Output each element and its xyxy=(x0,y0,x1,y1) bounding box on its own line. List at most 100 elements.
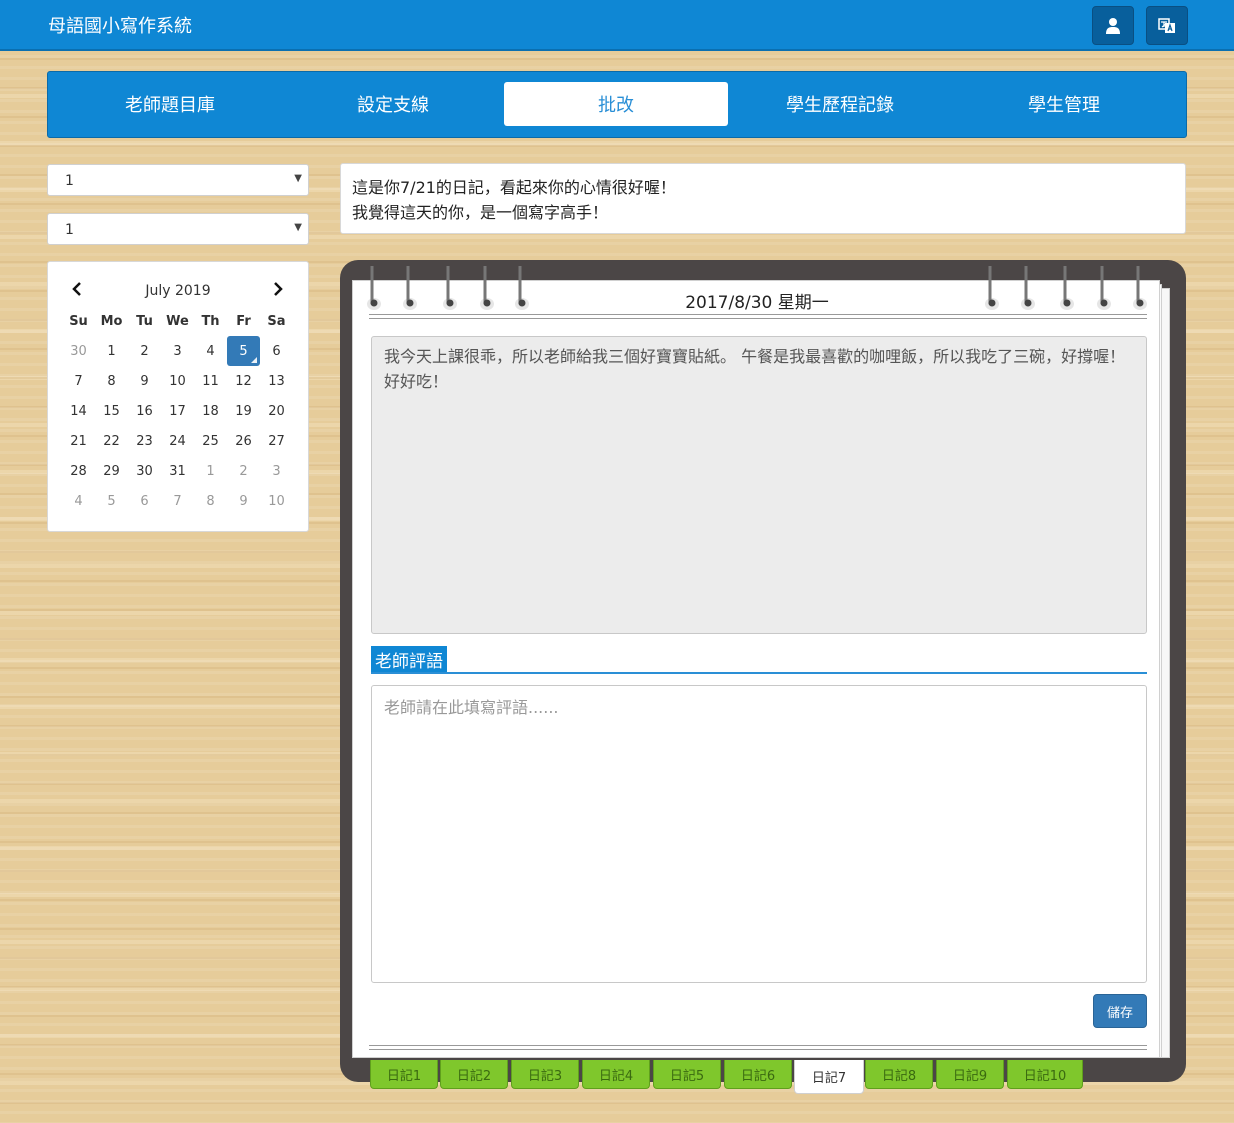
calendar-day[interactable]: 6 xyxy=(260,336,293,366)
calendar-day[interactable]: 13 xyxy=(260,366,293,396)
calendar-day[interactable]: 9 xyxy=(128,366,161,396)
calendar-day[interactable]: 3 xyxy=(161,336,194,366)
language-button[interactable] xyxy=(1146,6,1188,45)
tab-student-management[interactable]: 學生管理 xyxy=(952,82,1176,126)
weekday-label: Su xyxy=(69,313,88,329)
calendar-day[interactable]: 17 xyxy=(161,396,194,426)
top-bar: 母語國小寫作系統 xyxy=(0,0,1234,51)
save-button[interactable]: 儲存 xyxy=(1093,994,1147,1028)
calendar-day[interactable]: 10 xyxy=(161,366,194,396)
weekday-label: Mo xyxy=(100,313,123,329)
calendar-day[interactable]: 16 xyxy=(128,396,161,426)
weekday-label: Th xyxy=(201,313,220,329)
calendar-day[interactable]: 2 xyxy=(128,336,161,366)
tab-question-bank[interactable]: 老師題目庫 xyxy=(58,82,282,126)
calendar-day[interactable]: 29 xyxy=(95,456,128,486)
page-divider xyxy=(369,314,1147,319)
calendar-day[interactable]: 9 xyxy=(227,486,260,516)
calendar-week: 14 15 16 17 18 19 20 xyxy=(62,396,293,426)
calendar-day[interactable]: 5 xyxy=(95,486,128,516)
diary-tab-active[interactable]: 日記7 xyxy=(794,1060,864,1094)
calendar-week: 30 1 2 3 4 5 6 xyxy=(62,336,293,366)
spiral-ring-icon xyxy=(367,266,381,310)
tab-branch-settings[interactable]: 設定支線 xyxy=(281,82,505,126)
calendar-day[interactable]: 6 xyxy=(128,486,161,516)
diary-tab[interactable]: 日記9 xyxy=(936,1060,1004,1089)
calendar-day[interactable]: 7 xyxy=(161,486,194,516)
next-month-icon[interactable] xyxy=(273,281,283,300)
calendar-day[interactable]: 31 xyxy=(161,456,194,486)
calendar-day[interactable]: 23 xyxy=(128,426,161,456)
calendar-day[interactable]: 12 xyxy=(227,366,260,396)
spiral-ring-icon xyxy=(1133,266,1147,310)
filter-select-1[interactable]: 1 ▼ xyxy=(47,164,309,196)
notebook-page: 2017/8/30 星期一 我今天上課很乖，所以老師給我三個好寶寶貼紙。 午餐是… xyxy=(352,280,1160,1058)
calendar-day[interactable]: 18 xyxy=(194,396,227,426)
calendar-day[interactable]: 21 xyxy=(62,426,95,456)
diary-tab[interactable]: 日記3 xyxy=(511,1060,579,1089)
spiral-ring-icon xyxy=(985,266,999,310)
calendar-day[interactable]: 20 xyxy=(260,396,293,426)
calendar-day[interactable]: 22 xyxy=(95,426,128,456)
calendar-day[interactable]: 28 xyxy=(62,456,95,486)
calendar-day[interactable]: 2 xyxy=(227,456,260,486)
calendar-grid: Su Mo Tu We Th Fr Sa 30 1 2 3 4 5 6 7 8 … xyxy=(62,306,293,516)
weekday-label: Fr xyxy=(236,313,251,329)
page-divider xyxy=(369,1045,1147,1050)
comment-label: 老師評語 xyxy=(371,646,447,673)
calendar-day[interactable]: 4 xyxy=(62,486,95,516)
filter-select-2[interactable]: 1 ▼ xyxy=(47,213,309,245)
weekday-label: Sa xyxy=(267,313,286,329)
translate-icon xyxy=(1158,17,1175,33)
spiral-ring-icon xyxy=(1021,266,1035,310)
spiral-ring-icon xyxy=(480,266,494,310)
diary-text: 我今天上課很乖，所以老師給我三個好寶寶貼紙。 午餐是我最喜歡的咖哩飯，所以我吃了… xyxy=(371,336,1147,634)
calendar-day[interactable]: 1 xyxy=(194,456,227,486)
dropdown-caret-icon: ▼ xyxy=(294,173,302,184)
app-title: 母語國小寫作系統 xyxy=(48,16,192,37)
tab-student-history[interactable]: 學生歷程記錄 xyxy=(728,82,952,126)
calendar-day[interactable]: 30 xyxy=(62,336,95,366)
diary-tab[interactable]: 日記2 xyxy=(440,1060,508,1089)
spiral-ring-icon xyxy=(1060,266,1074,310)
calendar-day[interactable]: 10 xyxy=(260,486,293,516)
weekday-label: We xyxy=(166,313,189,329)
calendar-day[interactable]: 19 xyxy=(227,396,260,426)
calendar-day[interactable]: 3 xyxy=(260,456,293,486)
diary-tab[interactable]: 日記6 xyxy=(724,1060,792,1089)
user-button[interactable] xyxy=(1092,6,1134,45)
diary-tab[interactable]: 日記1 xyxy=(370,1060,438,1089)
calendar-day[interactable]: 14 xyxy=(62,396,95,426)
calendar-day-selected[interactable]: 5 xyxy=(227,336,260,366)
teacher-comment-input[interactable] xyxy=(371,685,1147,983)
filter-select-1-value: 1 xyxy=(65,173,74,189)
calendar-month-label[interactable]: July 2019 xyxy=(48,283,308,299)
calendar: July 2019 Su Mo Tu We Th Fr Sa 30 1 2 3 … xyxy=(47,261,309,532)
diary-tab[interactable]: 日記5 xyxy=(653,1060,721,1089)
calendar-day[interactable]: 8 xyxy=(95,366,128,396)
calendar-day[interactable]: 8 xyxy=(194,486,227,516)
diary-tab[interactable]: 日記10 xyxy=(1007,1060,1083,1089)
calendar-day[interactable]: 15 xyxy=(95,396,128,426)
user-icon xyxy=(1106,17,1120,34)
calendar-week: 4 5 6 7 8 9 10 xyxy=(62,486,293,516)
spiral-ring-icon xyxy=(1097,266,1111,310)
calendar-day[interactable]: 26 xyxy=(227,426,260,456)
calendar-day[interactable]: 7 xyxy=(62,366,95,396)
calendar-day[interactable]: 1 xyxy=(95,336,128,366)
calendar-day[interactable]: 11 xyxy=(194,366,227,396)
tab-grading[interactable]: 批改 xyxy=(504,82,728,126)
diary-tab[interactable]: 日記4 xyxy=(582,1060,650,1089)
calendar-week: 21 22 23 24 25 26 27 xyxy=(62,426,293,456)
calendar-day[interactable]: 24 xyxy=(161,426,194,456)
feedback-line-1: 這是你7/21的日記，看起來你的心情很好喔！ xyxy=(352,178,676,197)
calendar-day[interactable]: 25 xyxy=(194,426,227,456)
feedback-line-2: 我覺得這天的你，是一個寫字高手！ xyxy=(352,203,609,222)
dropdown-caret-icon: ▼ xyxy=(294,222,302,233)
calendar-day[interactable]: 27 xyxy=(260,426,293,456)
spiral-ring-icon xyxy=(443,266,457,310)
calendar-day[interactable]: 4 xyxy=(194,336,227,366)
weekday-label: Tu xyxy=(136,313,153,329)
calendar-day[interactable]: 30 xyxy=(128,456,161,486)
diary-tab[interactable]: 日記8 xyxy=(865,1060,933,1089)
